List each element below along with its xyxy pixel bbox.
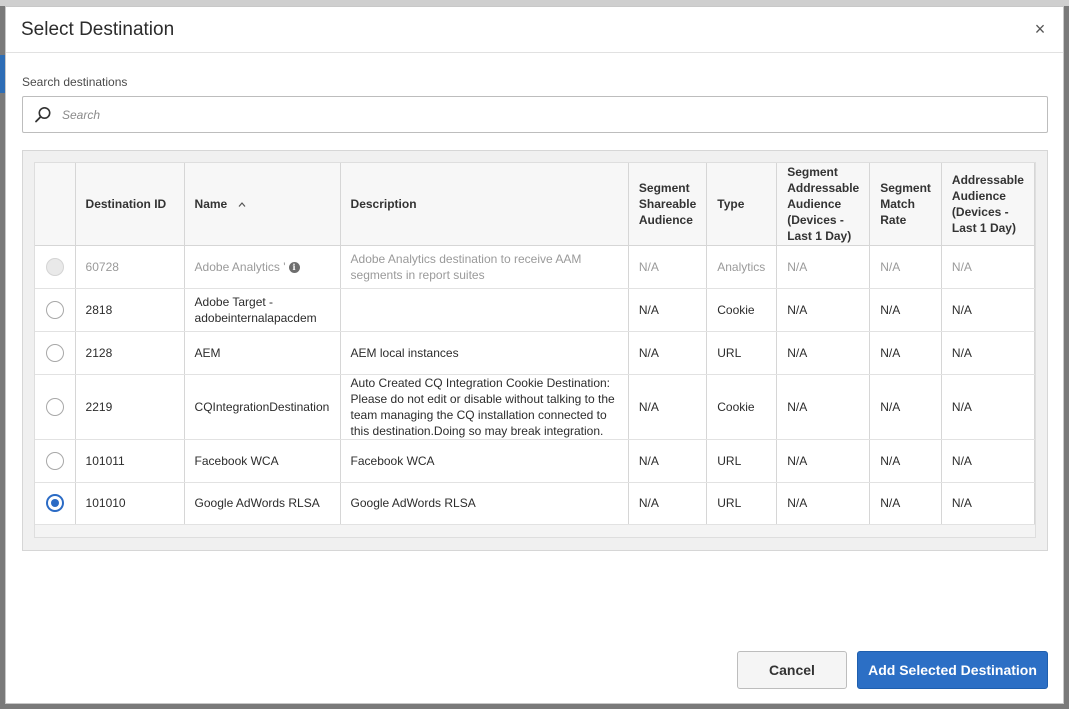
cell-name: Google AdWords RLSA <box>184 482 341 525</box>
cell-name: Adobe Target - adobeinternalapacdem <box>184 288 341 332</box>
cell-segment-match-rate: N/A <box>869 374 942 440</box>
dialog-title: Select Destination <box>21 18 175 40</box>
destination-radio-selected[interactable] <box>45 494 64 512</box>
cell-addressable-audience: N/A <box>941 288 1036 332</box>
radio-cell <box>35 482 76 525</box>
cell-segment-shareable-audience: N/A <box>628 482 708 525</box>
radio-cell <box>35 245 76 289</box>
cell-segment-addressable-audience: N/A <box>776 374 871 440</box>
cell-segment-match-rate: N/A <box>869 439 942 483</box>
table-row[interactable]: 2818 Adobe Target - adobeinternalapacdem… <box>35 288 1036 332</box>
cell-segment-shareable-audience: N/A <box>628 245 708 289</box>
table-row: 60728 Adobe Analytics ' i Adobe Analytics… <box>35 245 1036 289</box>
cell-type: URL <box>706 331 778 375</box>
destinations-table-wrapper[interactable]: Destination ID Name Description Segment … <box>34 162 1036 538</box>
cell-segment-addressable-audience: N/A <box>776 439 871 483</box>
column-header-select <box>35 163 76 246</box>
cell-segment-match-rate: N/A <box>869 288 942 332</box>
radio-cell <box>35 374 76 440</box>
column-header-addressable-audience: Addressable Audience (Devices - Last 1 D… <box>941 163 1036 246</box>
cell-segment-match-rate: N/A <box>869 482 942 525</box>
radio-cell <box>35 331 76 375</box>
destination-radio[interactable] <box>45 451 64 470</box>
table-header-row: Destination ID Name Description Segment … <box>35 163 1036 246</box>
cell-addressable-audience: N/A <box>941 245 1036 289</box>
cell-segment-shareable-audience: N/A <box>628 439 708 483</box>
sort-icon[interactable] <box>237 200 247 210</box>
cell-type: Cookie <box>706 288 778 332</box>
column-header-description: Description <box>340 163 629 246</box>
cell-type: Analytics <box>706 245 778 289</box>
column-header-type: Type <box>706 163 778 246</box>
cell-segment-shareable-audience: N/A <box>628 331 708 375</box>
cell-description: Adobe Analytics destination to receive A… <box>340 245 629 289</box>
cell-destination-id: 2818 <box>75 288 185 332</box>
destination-radio[interactable] <box>45 397 64 416</box>
destination-radio <box>45 257 64 276</box>
column-header-destination-id[interactable]: Destination ID <box>75 163 185 246</box>
search-input[interactable] <box>62 107 1047 122</box>
cell-type: Cookie <box>706 374 778 440</box>
cell-name: Facebook WCA <box>184 439 341 483</box>
cell-addressable-audience: N/A <box>941 331 1036 375</box>
cell-description: Google AdWords RLSA <box>340 482 629 525</box>
cell-name: Adobe Analytics ' i <box>184 245 341 289</box>
destination-radio[interactable] <box>45 343 64 362</box>
cell-description: AEM local instances <box>340 331 629 375</box>
cell-type: URL <box>706 439 778 483</box>
radio-cell <box>35 288 76 332</box>
table-row[interactable]: 101010 Google AdWords RLSA Google AdWord… <box>35 482 1036 525</box>
destination-radio[interactable] <box>45 300 64 319</box>
cell-addressable-audience: N/A <box>941 374 1036 440</box>
cell-destination-id: 60728 <box>75 245 185 289</box>
search-icon <box>35 106 51 122</box>
search-field[interactable] <box>22 96 1048 133</box>
cell-name: CQIntegrationDestination <box>184 374 341 440</box>
dialog-header: Select Destination × <box>6 7 1063 53</box>
cancel-button[interactable]: Cancel <box>737 651 847 689</box>
cell-destination-id: 101010 <box>75 482 185 525</box>
cell-destination-id: 2219 <box>75 374 185 440</box>
table-row[interactable]: 2128 AEM AEM local instances N/A URL N/A… <box>35 331 1036 375</box>
cell-destination-id: 2128 <box>75 331 185 375</box>
cell-type: URL <box>706 482 778 525</box>
info-icon[interactable]: i <box>288 261 300 273</box>
column-header-name-label: Name <box>194 196 228 211</box>
cell-segment-match-rate: N/A <box>869 245 942 289</box>
destinations-table: Destination ID Name Description Segment … <box>35 163 1036 525</box>
cell-segment-addressable-audience: N/A <box>776 245 871 289</box>
cell-name-label: Adobe Analytics ' <box>194 259 286 274</box>
column-header-segment-addressable-audience: Segment Addressable Audience (Devices - … <box>776 163 871 246</box>
cell-segment-addressable-audience: N/A <box>776 288 871 332</box>
column-header-name[interactable]: Name <box>184 163 341 246</box>
add-selected-destination-button[interactable]: Add Selected Destination <box>857 651 1048 689</box>
cell-segment-match-rate: N/A <box>869 331 942 375</box>
cell-addressable-audience: N/A <box>941 439 1036 483</box>
cell-description: Facebook WCA <box>340 439 629 483</box>
cell-addressable-audience: N/A <box>941 482 1036 525</box>
column-header-segment-shareable-audience: Segment Shareable Audience <box>628 163 708 246</box>
cell-segment-addressable-audience: N/A <box>776 331 871 375</box>
cell-description: Auto Created CQ Integration Cookie Desti… <box>340 374 629 440</box>
table-row[interactable]: 2219 CQIntegrationDestination Auto Creat… <box>35 374 1036 440</box>
cell-name: AEM <box>184 331 341 375</box>
cell-segment-addressable-audience: N/A <box>776 482 871 525</box>
cell-segment-shareable-audience: N/A <box>628 374 708 440</box>
search-label: Search destinations <box>22 75 128 89</box>
table-row[interactable]: 101011 Facebook WCA Facebook WCA N/A URL… <box>35 439 1036 483</box>
cell-description <box>340 288 629 332</box>
column-header-segment-match-rate: Segment Match Rate <box>869 163 942 246</box>
radio-cell <box>35 439 76 483</box>
close-icon[interactable]: × <box>1031 19 1049 40</box>
destinations-table-panel: Destination ID Name Description Segment … <box>22 150 1048 551</box>
select-destination-dialog: Select Destination × Search destinations… <box>5 6 1064 704</box>
cell-destination-id: 101011 <box>75 439 185 483</box>
cell-segment-shareable-audience: N/A <box>628 288 708 332</box>
